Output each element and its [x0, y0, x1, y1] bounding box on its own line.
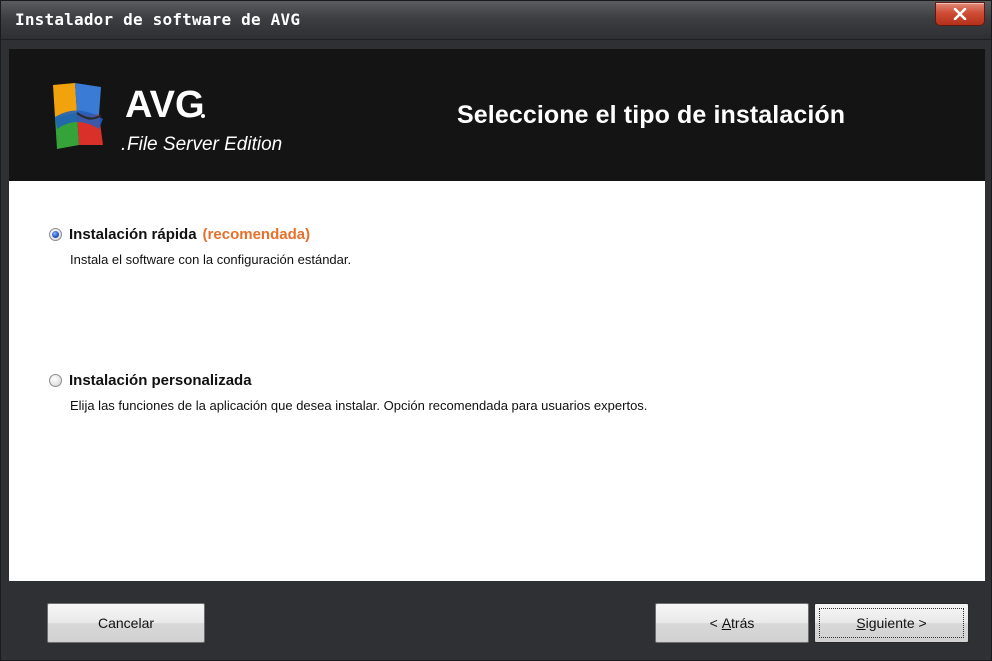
install-type-panel: Instalación rápida (recomendada) Instala…: [9, 181, 985, 581]
option-label-custom[interactable]: Instalación personalizada: [69, 372, 252, 389]
button-bar: Cancelar < Atrás Siguiente >: [9, 581, 985, 654]
option-desc-quick: Instala el software con la configuración…: [70, 252, 352, 267]
option-quick-install[interactable]: Instalación rápida (recomendada) Instala…: [49, 225, 351, 267]
next-button[interactable]: Siguiente >: [814, 603, 969, 643]
back-label-prefix: <: [709, 615, 722, 631]
window-title: Instalador de software de AVG: [15, 10, 301, 29]
page-title: Seleccione el tipo de instalación: [457, 101, 846, 129]
header-banner: AVG . File Server Edition Seleccione el …: [9, 49, 985, 181]
logo-edition-text: File Server Edition: [127, 134, 282, 155]
avg-logo-graphic: AVG . File Server Edition: [53, 83, 282, 155]
option-custom-install[interactable]: Instalación personalizada Elija las func…: [49, 371, 647, 413]
cancel-button[interactable]: Cancelar: [47, 603, 205, 643]
logo-brand-text: AVG: [125, 84, 205, 126]
back-label-rest: trás: [731, 615, 755, 631]
radio-quick-install[interactable]: [49, 227, 62, 241]
avg-logo: AVG . File Server Edition: [47, 79, 287, 157]
radio-custom-install[interactable]: [49, 373, 62, 387]
back-label-accel: A: [721, 615, 732, 631]
svg-text:.: .: [121, 134, 126, 155]
recommended-tag: (recomendada): [202, 225, 311, 243]
radio-dot-icon: [52, 230, 59, 238]
focus-rectangle: [819, 608, 964, 638]
close-button[interactable]: [935, 2, 985, 26]
close-x-icon: [953, 5, 967, 24]
back-button[interactable]: < Atrás: [655, 603, 809, 643]
title-bar[interactable]: Instalador de software de AVG: [1, 1, 991, 40]
option-desc-custom: Elija las funciones de la aplicación que…: [70, 398, 648, 413]
option-label-quick[interactable]: Instalación rápida: [69, 226, 197, 243]
installer-window: Instalador de software de AVG AVG . File…: [0, 0, 992, 661]
